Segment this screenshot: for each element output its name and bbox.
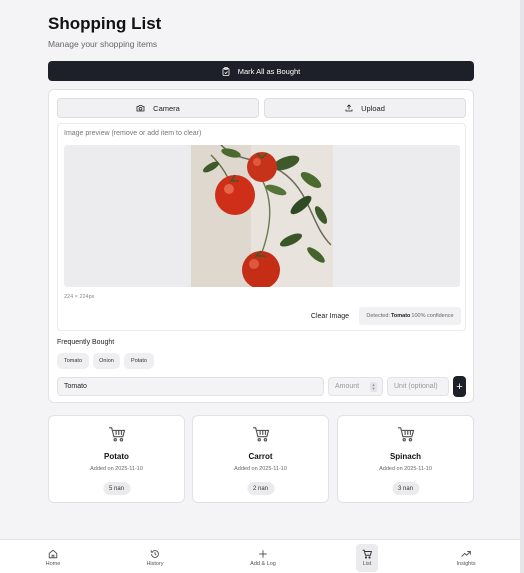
camera-label: Camera — [153, 103, 180, 113]
list-item: Carrot Added on 2025-11-10 2 nan — [192, 415, 329, 503]
page-title: Shopping List — [48, 14, 162, 33]
cart-icon — [109, 427, 126, 442]
clipboard-check-icon — [222, 66, 230, 76]
capture-card: Camera Upload Image preview (remove or a… — [48, 89, 474, 403]
item-name-input[interactable]: Tomato — [57, 377, 324, 396]
mark-all-bought-button[interactable]: Mark All as Bought — [48, 61, 474, 81]
item-date: Added on 2025-11-10 — [90, 466, 143, 472]
detected-prefix: Detected: — [366, 313, 390, 319]
clear-image-button[interactable]: Clear Image — [306, 308, 354, 324]
add-item-button[interactable]: + — [453, 376, 466, 397]
nav-item-insights[interactable]: Insights — [451, 544, 481, 572]
image-preview-panel: Image preview (remove or add item to cle… — [57, 123, 466, 331]
plus-icon — [259, 550, 267, 558]
nav-label-insights: Insights — [456, 561, 476, 567]
amount-placeholder: Amount — [335, 383, 360, 390]
list-item: Potato Added on 2025-11-10 5 nan — [48, 415, 185, 503]
home-icon — [48, 549, 58, 559]
image-preview-label: Image preview (remove or add item to cle… — [64, 130, 202, 137]
nav-label-history: History — [146, 561, 164, 567]
nav-label-home: Home — [45, 561, 61, 567]
frequent-chip-potato[interactable]: Potato — [124, 353, 154, 369]
item-date: Added on 2025-11-10 — [234, 466, 287, 472]
mark-all-bought-label: Mark All as Bought — [237, 66, 301, 76]
amount-input[interactable]: Amount ▲ ▼ — [328, 377, 383, 396]
cart-icon — [398, 427, 415, 442]
nav-item-list[interactable]: List — [356, 544, 378, 572]
trending-up-icon — [461, 551, 471, 557]
detected-item: Tomato — [390, 313, 411, 319]
image-dimensions: 224 × 224px — [64, 294, 95, 300]
upload-button[interactable]: Upload — [264, 98, 466, 118]
cart-icon — [253, 427, 270, 442]
nav-item-home[interactable]: Home — [38, 544, 68, 572]
bottom-nav: Home History Add & Log List Insights — [0, 539, 520, 573]
shopping-list-page: Shopping List Manage your shopping items… — [0, 0, 520, 573]
camera-icon — [136, 105, 145, 112]
tomato-photo — [191, 145, 333, 287]
camera-button[interactable]: Camera — [57, 98, 259, 118]
item-quantity-badge: 2 nan — [246, 482, 275, 495]
nav-label-add-log: Add & Log — [250, 561, 276, 567]
nav-item-add-log[interactable]: Add & Log — [243, 544, 283, 572]
item-name: Potato — [104, 452, 129, 461]
detected-confidence: 100% confidence — [411, 313, 454, 319]
page-subtitle: Manage your shopping items — [48, 39, 158, 49]
upload-label: Upload — [361, 103, 385, 113]
item-name: Spinach — [389, 452, 422, 461]
amount-stepper[interactable]: ▲ ▼ — [370, 382, 377, 392]
image-preview-frame — [64, 145, 460, 287]
stepper-down-icon: ▼ — [371, 386, 376, 391]
history-icon — [150, 550, 159, 558]
item-date: Added on 2025-11-10 — [379, 466, 432, 472]
item-quantity-badge: 3 nan — [391, 482, 420, 495]
nav-item-history[interactable]: History — [140, 544, 170, 572]
cart-icon — [362, 549, 372, 559]
unit-input[interactable]: Unit (optional) — [387, 377, 449, 396]
item-name: Carrot — [248, 452, 273, 461]
frequent-chip-tomato[interactable]: Tomato — [57, 353, 89, 369]
frequent-chip-onion[interactable]: Onion — [93, 353, 120, 369]
frequently-bought-label: Frequently Bought — [57, 339, 115, 346]
list-item: Spinach Added on 2025-11-10 3 nan — [337, 415, 474, 503]
upload-icon — [345, 104, 353, 112]
item-quantity-badge: 5 nan — [102, 482, 131, 495]
nav-label-list: List — [362, 561, 372, 567]
page-scrollbar[interactable] — [520, 0, 524, 573]
detection-badge: Detected: Tomato 100% confidence — [359, 307, 461, 325]
